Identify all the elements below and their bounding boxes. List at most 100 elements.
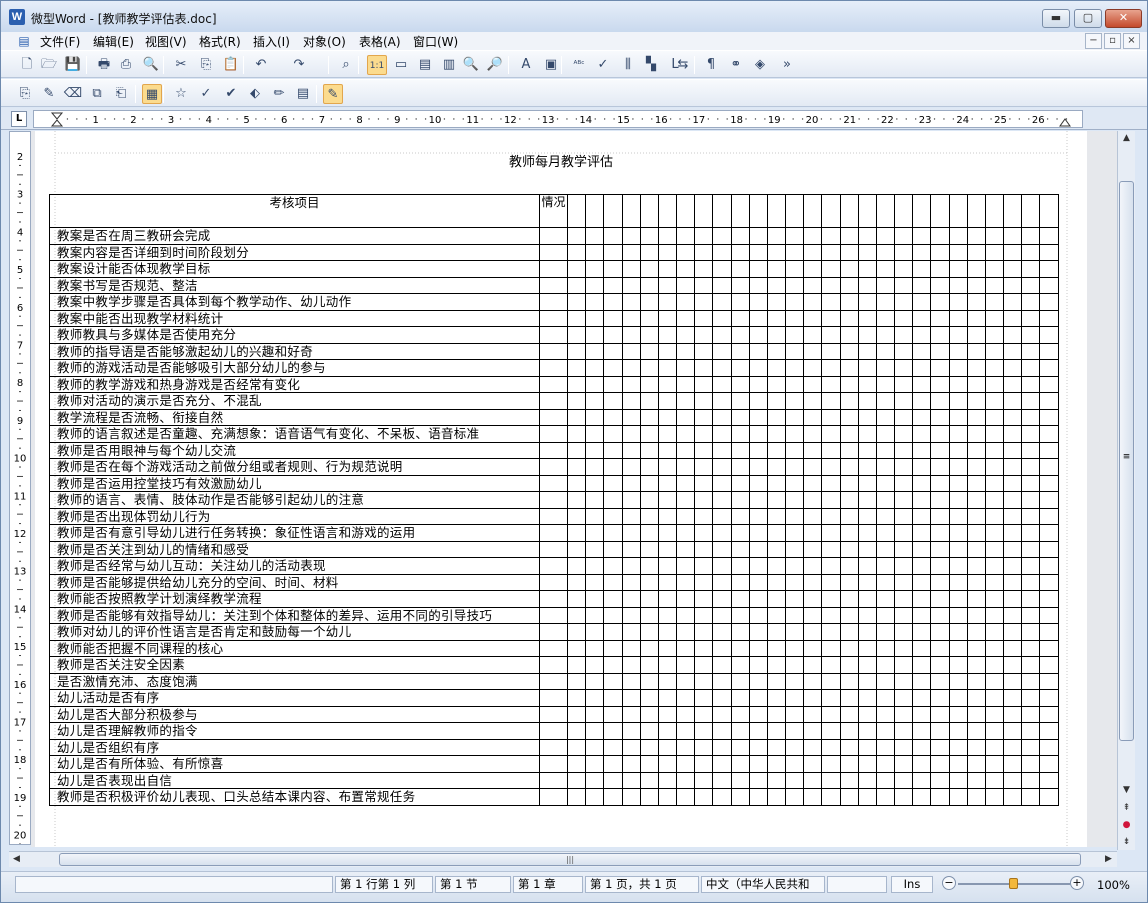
table-cell[interactable] [657, 309, 678, 327]
zoom-out-button[interactable]: − [942, 876, 956, 890]
table-cell[interactable] [930, 458, 950, 476]
table-cell[interactable] [730, 425, 750, 443]
table-cell[interactable] [821, 276, 841, 294]
table-cell[interactable] [730, 771, 750, 789]
table-cell[interactable] [984, 227, 1005, 245]
table-cell[interactable] [821, 573, 841, 591]
table-cell[interactable] [875, 458, 896, 476]
actual-size-icon[interactable]: 1:1 [367, 55, 387, 75]
table-cell[interactable] [676, 408, 696, 426]
text-box-icon[interactable]: ▣ [541, 55, 561, 75]
table-cell[interactable] [894, 672, 914, 690]
table-cell[interactable] [857, 243, 877, 261]
table-cell[interactable] [766, 194, 787, 228]
table-cell[interactable] [566, 656, 587, 674]
table-cell[interactable] [621, 458, 641, 476]
table-cell[interactable] [1039, 441, 1059, 459]
table-cell[interactable] [621, 276, 641, 294]
table-cell[interactable] [894, 738, 914, 756]
table-cell[interactable] [676, 243, 696, 261]
table-cell[interactable] [875, 557, 896, 575]
table-cell[interactable] [694, 639, 714, 657]
table-cell[interactable] [748, 606, 768, 624]
table-cell[interactable] [912, 738, 932, 756]
table-cell[interactable] [785, 524, 805, 542]
table-cell[interactable] [639, 639, 659, 657]
table-cell[interactable] [639, 557, 659, 575]
table-cell[interactable] [803, 590, 823, 608]
assessment-item[interactable]: 教师的语言叙述是否童趣、充满想象：语音语气有变化、不呆板、语音标准 [49, 425, 540, 443]
table-cell[interactable] [694, 392, 714, 410]
table-cell[interactable] [676, 689, 696, 707]
object-icon[interactable]: ◈ [750, 55, 770, 75]
table-cell[interactable] [912, 342, 932, 360]
doc-close-button[interactable]: × [1123, 33, 1140, 49]
table-cell[interactable] [821, 441, 841, 459]
table-cell[interactable] [894, 342, 914, 360]
table-cell[interactable] [639, 227, 659, 245]
table-cell[interactable] [912, 524, 932, 542]
table-cell[interactable] [621, 557, 641, 575]
table-cell[interactable] [839, 606, 859, 624]
table-cell[interactable] [803, 573, 823, 591]
merge-icon[interactable]: ⇆ [673, 55, 693, 75]
table-cell[interactable] [930, 260, 950, 278]
maximize-button[interactable]: ▢ [1074, 9, 1102, 28]
table-cell[interactable] [712, 194, 732, 228]
table-cell[interactable] [1021, 392, 1041, 410]
table-cell[interactable] [930, 276, 950, 294]
table-cell[interactable] [621, 590, 641, 608]
table-cell[interactable] [857, 788, 877, 806]
table-cell[interactable] [894, 656, 914, 674]
assessment-item[interactable]: 教案书写是否规范、整洁 [49, 276, 540, 294]
table-cell[interactable] [603, 359, 623, 377]
table-cell[interactable] [821, 227, 841, 245]
table-cell[interactable] [984, 788, 1005, 806]
table-cell[interactable] [676, 672, 696, 690]
table-cell[interactable] [694, 771, 714, 789]
table-cell[interactable] [694, 375, 714, 393]
table-cell[interactable] [1039, 392, 1059, 410]
table-cell[interactable] [730, 590, 750, 608]
table-cell[interactable] [585, 491, 605, 509]
table-cell[interactable] [894, 491, 914, 509]
table-cell[interactable] [930, 771, 950, 789]
table-cell[interactable] [803, 227, 823, 245]
table-cell[interactable] [694, 623, 714, 641]
table-cell[interactable] [1039, 557, 1059, 575]
table-cell[interactable] [821, 392, 841, 410]
table-cell[interactable] [621, 227, 641, 245]
table-cell[interactable] [875, 342, 896, 360]
table-cell[interactable] [603, 689, 623, 707]
table-cell[interactable] [875, 375, 896, 393]
table-cell[interactable] [984, 705, 1005, 723]
table-cell[interactable] [639, 590, 659, 608]
table-cell[interactable] [585, 738, 605, 756]
table-cell[interactable] [857, 260, 877, 278]
table-cell[interactable] [1039, 639, 1059, 657]
table-cell[interactable] [966, 606, 986, 624]
assessment-item[interactable]: 教师是否用眼神与每个幼儿交流 [49, 441, 540, 459]
table-cell[interactable] [748, 788, 768, 806]
table-cell[interactable] [839, 788, 859, 806]
redo-icon[interactable]: ↷ [289, 55, 309, 75]
table-cell[interactable] [603, 623, 623, 641]
table-cell[interactable] [1021, 524, 1041, 542]
table-cell[interactable] [875, 491, 896, 509]
table-cell[interactable] [585, 524, 605, 542]
table-cell[interactable] [1039, 722, 1059, 740]
table-cell[interactable] [748, 359, 768, 377]
table-cell[interactable] [875, 441, 896, 459]
table-cell[interactable] [539, 243, 568, 261]
table-cell[interactable] [930, 557, 950, 575]
table-cell[interactable] [930, 293, 950, 311]
right-indent-marker-icon[interactable] [1059, 118, 1071, 127]
table-cell[interactable] [839, 705, 859, 723]
next-page-button[interactable]: ⇟ [1119, 835, 1134, 850]
table-cell[interactable] [676, 326, 696, 344]
table-cell[interactable] [639, 425, 659, 443]
table-cell[interactable] [639, 705, 659, 723]
table-cell[interactable] [585, 408, 605, 426]
table-cell[interactable] [694, 524, 714, 542]
table-cell[interactable] [966, 771, 986, 789]
